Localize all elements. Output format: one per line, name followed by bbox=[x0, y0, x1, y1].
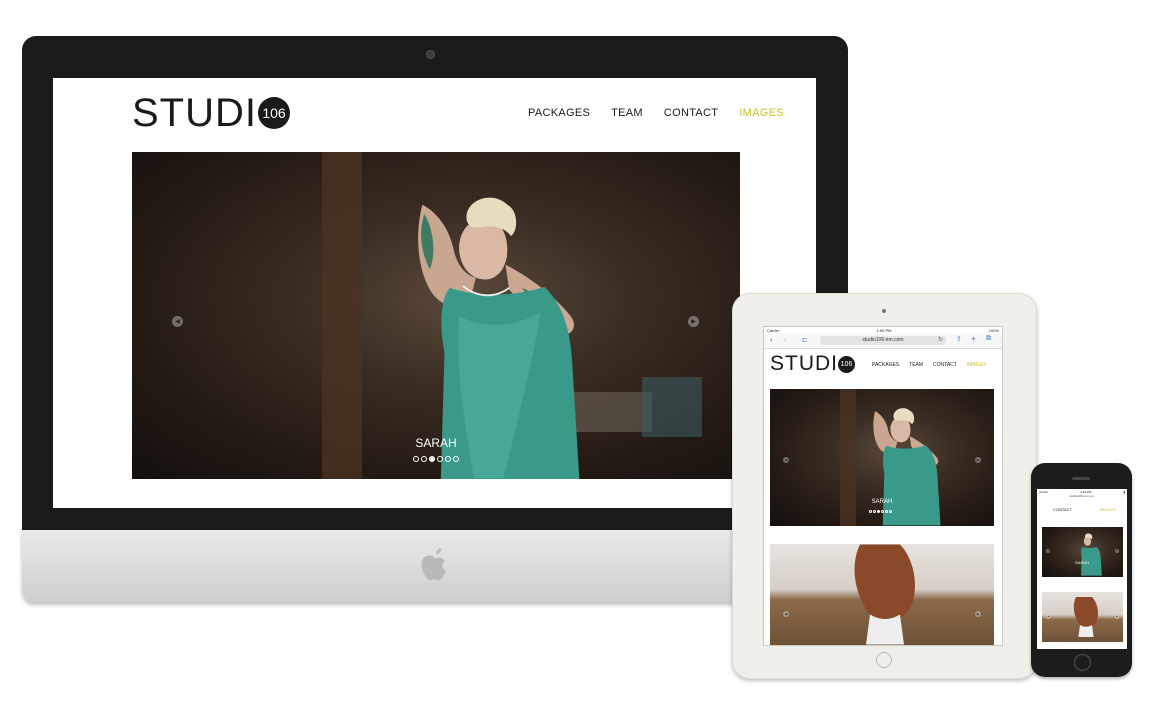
nav-images[interactable]: IMAGES bbox=[739, 107, 784, 119]
nav-packages[interactable]: PACKAGES bbox=[528, 107, 590, 119]
speaker-grille bbox=[1072, 477, 1090, 480]
slide-dots bbox=[413, 456, 459, 462]
right-arrow-icon[interactable]: ▶ bbox=[975, 457, 981, 463]
site-logo[interactable]: STUDI 106 bbox=[770, 353, 855, 375]
background-crate bbox=[642, 377, 702, 437]
url-bar[interactable]: studio106-mn.com bbox=[1037, 494, 1127, 498]
url-bar[interactable]: studio106-mn.com bbox=[820, 336, 946, 345]
nav-team[interactable]: TEAM bbox=[611, 107, 643, 119]
ipad-screen: Carrier 1:50 PM 100% ‹ › ⊏ studio106-mn.… bbox=[763, 326, 1003, 646]
slide-dot[interactable] bbox=[869, 510, 872, 513]
model-photo bbox=[418, 197, 580, 479]
background-post bbox=[322, 152, 362, 479]
logo-badge: 106 bbox=[838, 355, 855, 373]
nav-images[interactable]: IMAGES bbox=[967, 362, 986, 368]
logo-badge: 106 bbox=[258, 97, 290, 129]
hero-slider: SARAH ◀ ▶ bbox=[1042, 527, 1123, 577]
second-slider: ◀ ▶ bbox=[1042, 592, 1123, 642]
right-arrow-icon[interactable]: ▶ bbox=[975, 611, 981, 617]
nav-contact[interactable]: CONTACT bbox=[933, 362, 957, 368]
ipad-toolbar: ‹ › ⊏ studio106-mn.com ↻ ⇪ + ⧉ bbox=[764, 334, 1002, 349]
slide-dot[interactable] bbox=[453, 456, 459, 462]
slide-caption: SARAH bbox=[871, 499, 893, 505]
left-arrow-icon[interactable]: ◀ bbox=[783, 611, 789, 617]
slide-dot[interactable] bbox=[413, 456, 419, 462]
logo-text: STUDI bbox=[132, 91, 257, 135]
slide-dot[interactable] bbox=[873, 510, 876, 513]
camera-icon bbox=[882, 309, 886, 313]
slide-dot[interactable] bbox=[889, 510, 892, 513]
slide-dots bbox=[869, 510, 892, 513]
slide-dot-active[interactable] bbox=[429, 456, 435, 462]
reload-icon[interactable]: ↻ bbox=[938, 336, 943, 343]
bookmarks-icon[interactable]: ⊏ bbox=[802, 336, 808, 344]
nav-packages[interactable]: PACKAGES bbox=[872, 362, 899, 368]
slide-dot[interactable] bbox=[421, 456, 427, 462]
slide-dot[interactable] bbox=[881, 510, 884, 513]
add-icon[interactable]: + bbox=[971, 334, 976, 344]
apple-logo-icon bbox=[421, 548, 446, 581]
logo-text: STUDI bbox=[770, 352, 838, 375]
hair-photo bbox=[1073, 597, 1098, 637]
left-arrow-icon[interactable]: ◀ bbox=[1046, 615, 1050, 619]
slide-dot-active[interactable] bbox=[877, 510, 880, 513]
iphone-screen: Carrier 4:36 PM ▮ studio106-mn.com CONTA… bbox=[1037, 489, 1127, 649]
camera-icon bbox=[426, 50, 435, 59]
left-arrow-icon[interactable]: ◀ bbox=[783, 457, 789, 463]
second-slider: ◀ ▶ bbox=[770, 544, 994, 645]
carrier-label: Carrier bbox=[767, 328, 780, 333]
slide-dot[interactable] bbox=[445, 456, 451, 462]
back-icon[interactable]: ‹ bbox=[770, 335, 773, 344]
main-nav: PACKAGES TEAM CONTACT IMAGES bbox=[528, 107, 784, 119]
main-nav: PACKAGES TEAM CONTACT IMAGES bbox=[872, 362, 986, 368]
right-arrow-icon[interactable]: ▶ bbox=[1115, 549, 1119, 553]
home-button-icon[interactable] bbox=[1074, 654, 1091, 671]
forward-icon[interactable]: › bbox=[784, 335, 787, 344]
tabs-icon[interactable]: ⧉ bbox=[986, 335, 991, 343]
nav-contact[interactable]: CONTACT bbox=[1053, 507, 1072, 512]
battery-label: 100% bbox=[988, 328, 999, 333]
hero-slider: ◀ ▶ SARAH bbox=[132, 152, 740, 479]
right-arrow-icon[interactable]: ▶ bbox=[1115, 615, 1119, 619]
left-arrow-icon[interactable]: ◀ bbox=[1046, 549, 1050, 553]
slide-dot[interactable] bbox=[437, 456, 443, 462]
slide-caption: SARAH bbox=[415, 436, 457, 450]
nav-images[interactable]: IMAGES bbox=[1100, 507, 1116, 512]
share-icon[interactable]: ⇪ bbox=[956, 335, 962, 343]
left-arrow-icon[interactable]: ◀ bbox=[172, 316, 183, 327]
model-photo bbox=[873, 408, 941, 526]
model-photo bbox=[1081, 533, 1102, 576]
main-nav: CONTACT IMAGES bbox=[1053, 507, 1116, 512]
hair-photo bbox=[854, 544, 915, 645]
ipad-status-bar: Carrier 1:50 PM 100% bbox=[767, 328, 999, 333]
nav-team[interactable]: TEAM bbox=[909, 362, 923, 368]
hero-slider: ◀ ▶ SARAH bbox=[770, 389, 994, 526]
slide-caption: SARAH bbox=[1075, 560, 1089, 565]
right-arrow-icon[interactable]: ▶ bbox=[688, 316, 699, 327]
site-logo[interactable]: STUDI 106 bbox=[132, 93, 290, 133]
home-button-icon[interactable] bbox=[876, 652, 892, 668]
slide-dot[interactable] bbox=[885, 510, 888, 513]
nav-contact[interactable]: CONTACT bbox=[664, 107, 718, 119]
status-time: 1:50 PM bbox=[876, 328, 892, 333]
imac-screen: STUDI 106 PACKAGES TEAM CONTACT IMAGES ◀… bbox=[53, 78, 816, 508]
